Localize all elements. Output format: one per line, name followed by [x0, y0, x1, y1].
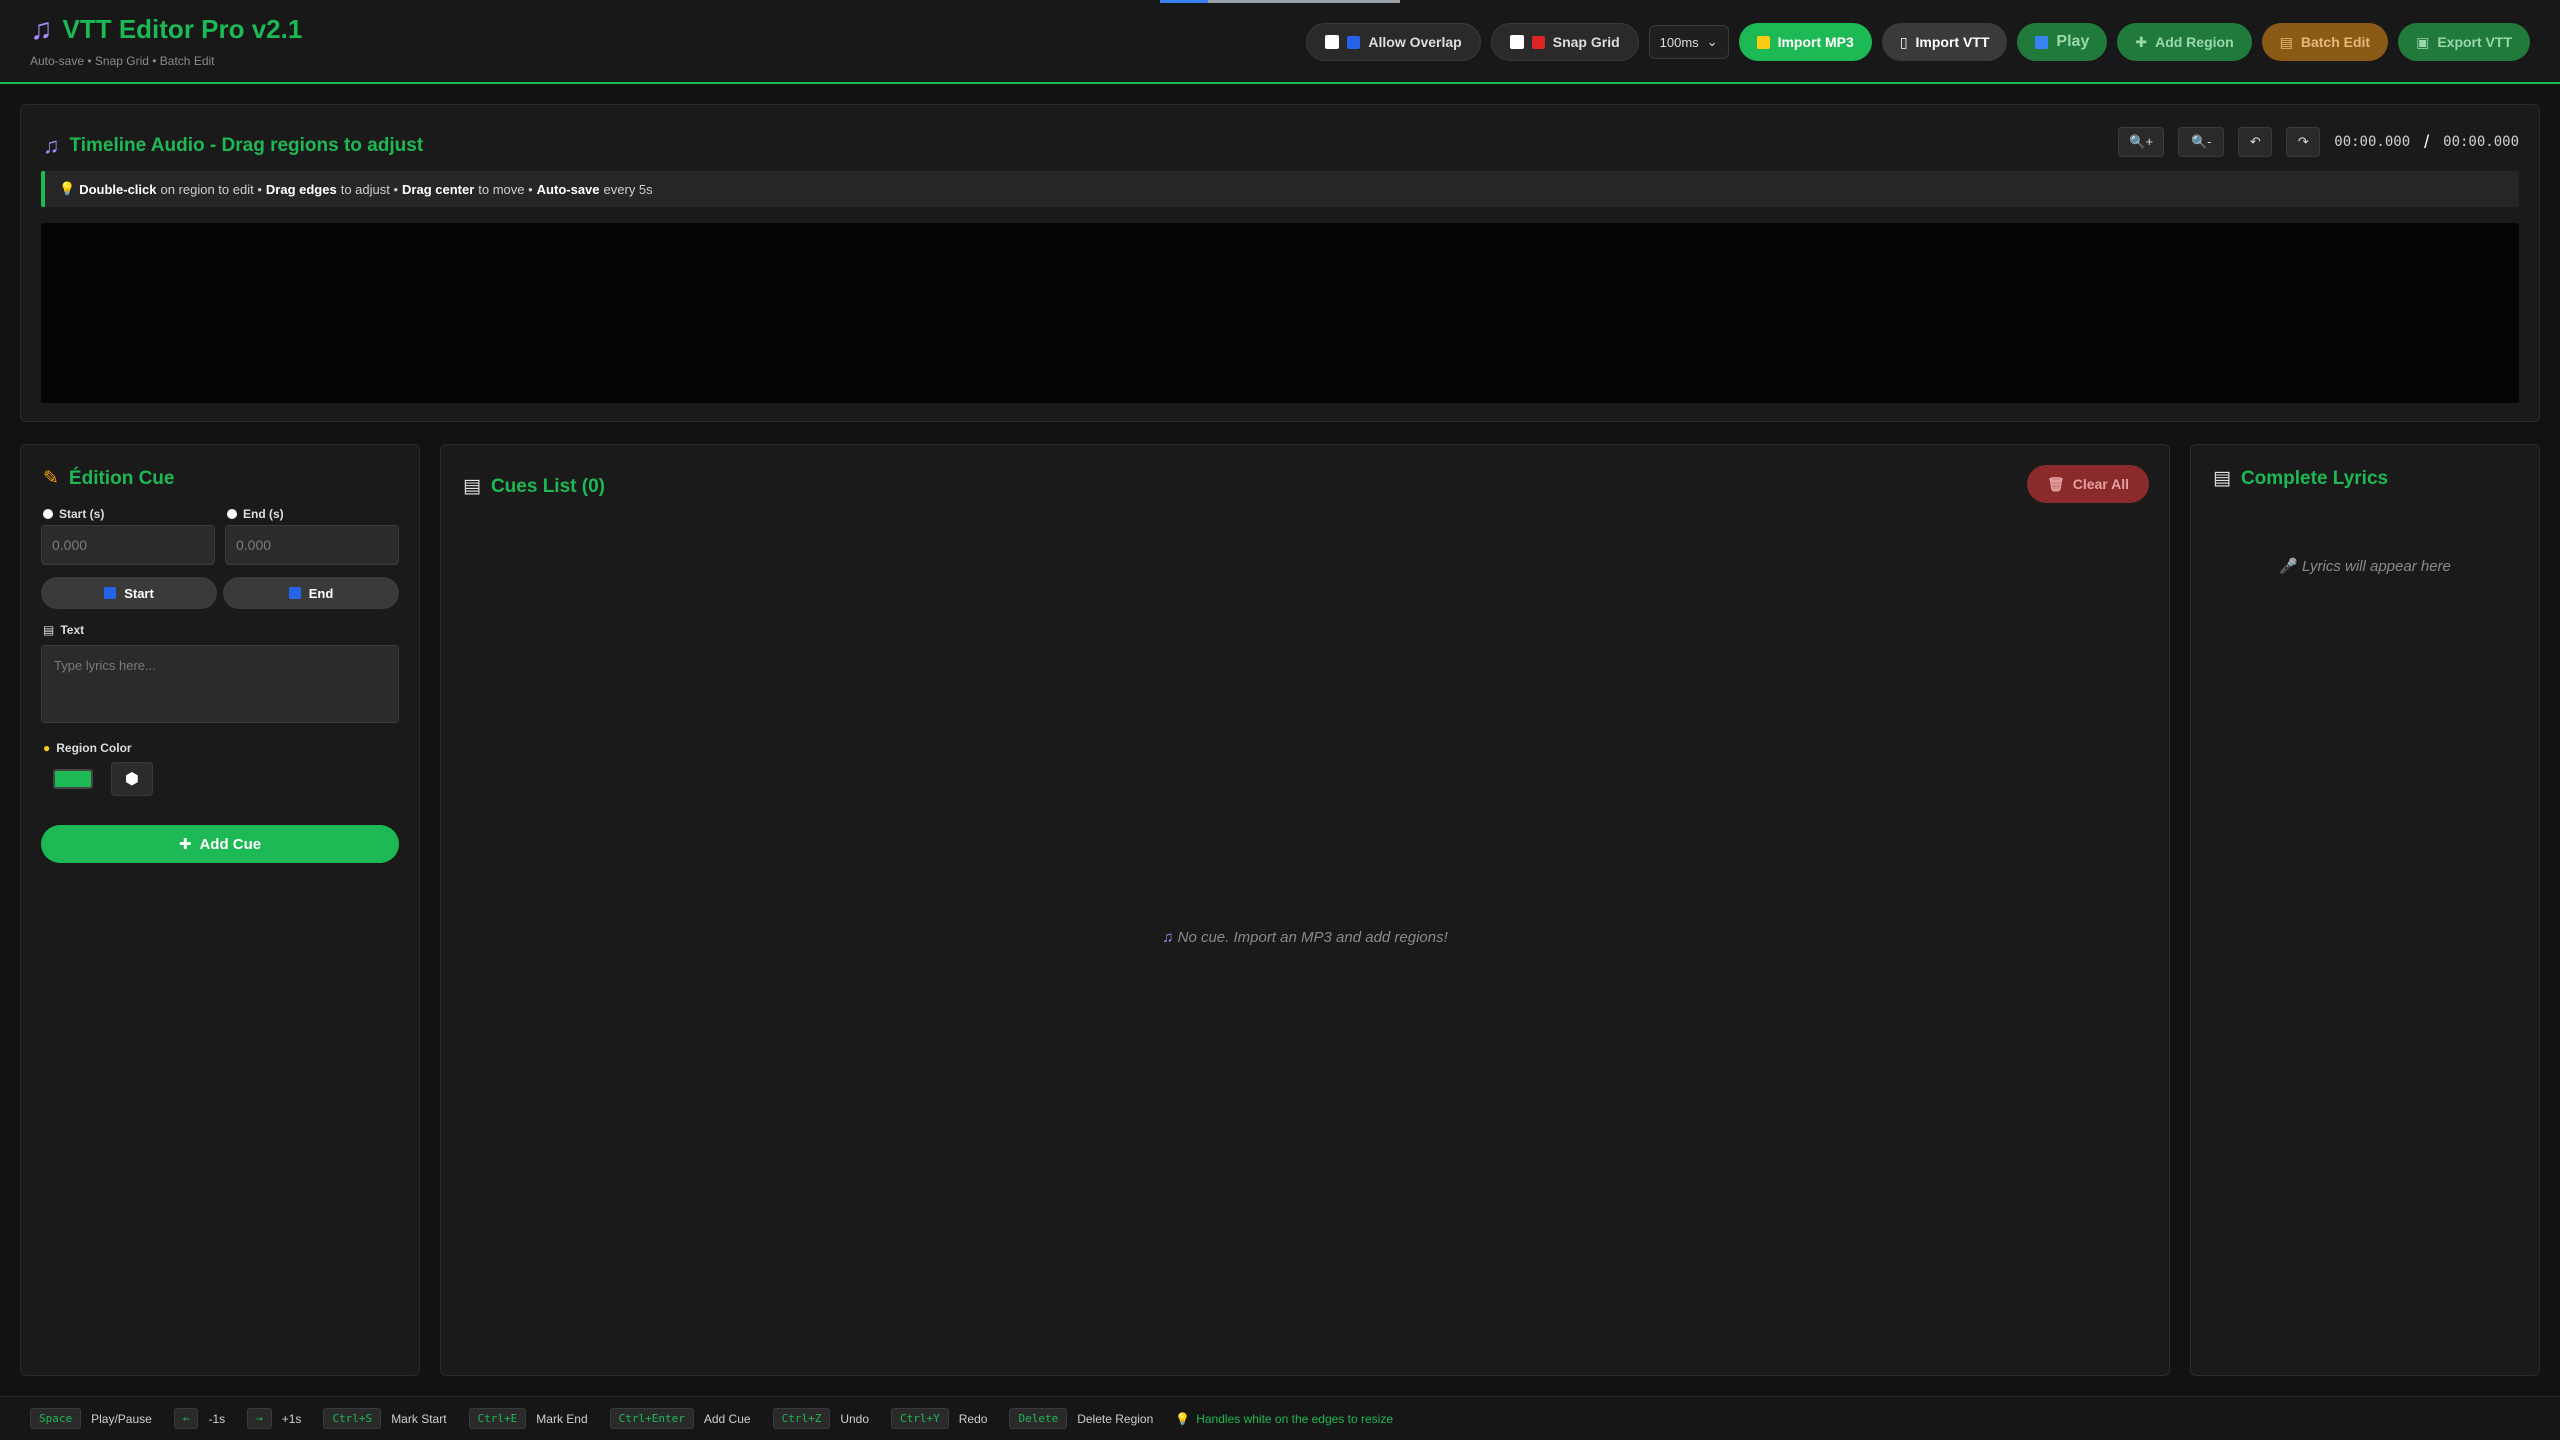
timeline-panel: ♫ Timeline Audio - Drag regions to adjus…	[20, 104, 2540, 422]
region-color-label: ● Region Color	[43, 741, 132, 755]
clear-all-button[interactable]: 🗑 Clear All	[2026, 465, 2149, 503]
dice-icon: ⬢	[125, 771, 139, 788]
shortcut-key: Ctrl+S	[323, 1408, 382, 1429]
import-mp3-button[interactable]: Import MP3	[1738, 23, 1872, 61]
end-label: End (s)	[227, 507, 284, 521]
shortcut-key: ←	[173, 1408, 199, 1429]
microphone-icon: 🎤	[2279, 558, 2298, 575]
pencil-icon: ✎	[43, 468, 59, 489]
timeline-controls: 🔍+ 🔍- ↶ ↷ 00:00.000 / 00:00.000	[2118, 127, 2519, 157]
zoom-in-button[interactable]: 🔍+	[2118, 127, 2165, 157]
total-time: 00:00.000	[2443, 134, 2519, 150]
brand: ♫ VTT Editor Pro v2.1	[30, 14, 302, 45]
toolbar: Allow Overlap Snap Grid 100ms ⌄ Import M…	[1306, 22, 2530, 62]
grid-icon	[1531, 35, 1545, 49]
lyrics-empty-message: 🎤 Lyrics will appear here	[2279, 558, 2451, 575]
grid-size-select[interactable]: 100ms ⌄	[1648, 25, 1729, 59]
shortcut-desc: +1s	[281, 1411, 302, 1426]
palette-icon: ●	[43, 741, 51, 755]
shortcut-desc: Add Cue	[703, 1411, 751, 1426]
plus-icon: ✚	[178, 836, 192, 853]
time-separator: /	[2424, 131, 2430, 152]
save-icon: ▣	[2416, 33, 2430, 50]
shortcuts-footer: Space Play/Pause ← -1s → +1s Ctrl+S Mark…	[0, 1396, 2560, 1440]
edit-cue-panel: ✎ Édition Cue Start (s) End (s) 0.000 0.…	[20, 444, 420, 1376]
add-cue-button[interactable]: ✚ Add Cue	[41, 825, 399, 863]
clock-icon	[43, 509, 53, 519]
play-icon	[2035, 35, 2049, 49]
shortcut-desc: Delete Region	[1077, 1411, 1154, 1426]
shortcut-desc: Play/Pause	[91, 1411, 152, 1426]
shortcut-key: Ctrl+Y	[891, 1408, 949, 1429]
snap-grid-toggle[interactable]: Snap Grid	[1490, 23, 1639, 61]
overlap-icon	[1347, 35, 1361, 49]
timeline-tip: 💡 Double-click on region to edit • Drag …	[41, 171, 2519, 207]
cues-empty-message: ♫ No cue. Import an MP3 and add regions!	[1162, 929, 1448, 946]
lightbulb-icon: 💡	[59, 181, 76, 196]
start-label: Start (s)	[43, 507, 104, 521]
edit-cue-title: ✎ Édition Cue	[43, 467, 175, 490]
marker-icon	[104, 587, 117, 599]
app-header: ♫ VTT Editor Pro v2.1 Auto-save • Snap G…	[0, 0, 2560, 84]
start-input[interactable]: 0.000	[41, 525, 215, 565]
cues-list-panel: ▤ Cues List (0) 🗑 Clear All ♫ No cue. Im…	[440, 444, 2170, 1376]
folder-icon	[1756, 35, 1770, 49]
mark-start-button[interactable]: Start	[41, 577, 217, 609]
document-icon: ▯	[1899, 33, 1908, 50]
cues-list-title: ▤ Cues List (0)	[463, 475, 605, 498]
checkbox-icon[interactable]	[1325, 35, 1340, 49]
clock-icon	[227, 509, 237, 519]
shortcut-desc: Mark End	[536, 1411, 588, 1426]
chevron-down-icon: ⌄	[1706, 34, 1718, 49]
shortcut-key: Ctrl+Enter	[609, 1408, 694, 1429]
memo-icon: ▤	[2213, 468, 2231, 489]
app-subtitle: Auto-save • Snap Grid • Batch Edit	[30, 54, 215, 68]
lightbulb-icon: 💡	[1175, 1411, 1191, 1426]
note-icon: ▤	[43, 623, 55, 637]
music-note-icon: ♫	[1162, 929, 1174, 946]
shortcut-key: Ctrl+E	[468, 1408, 527, 1429]
random-color-button[interactable]: ⬢	[111, 762, 153, 796]
marker-icon	[288, 587, 301, 599]
timeline-title: ♫ Timeline Audio - Drag regions to adjus…	[43, 133, 424, 158]
clipboard-icon: ▤	[2279, 33, 2293, 50]
shortcut-desc: Undo	[840, 1411, 870, 1426]
shortcut-key: →	[247, 1408, 272, 1429]
mark-end-button[interactable]: End	[223, 577, 399, 609]
plus-icon: ✚	[2135, 33, 2148, 50]
lyrics-textarea[interactable]: Type lyrics here...	[41, 645, 399, 723]
shortcut-desc: Redo	[958, 1411, 988, 1426]
shortcut-key: Delete	[1009, 1408, 1068, 1429]
checkbox-icon[interactable]	[1509, 35, 1524, 49]
shortcut-key: Ctrl+Z	[772, 1408, 831, 1429]
export-vtt-button[interactable]: ▣ Export VTT	[2398, 23, 2530, 61]
clipboard-icon: ▤	[463, 476, 481, 497]
footer-tip: 💡 Handles white on the edges to resize	[1175, 1411, 1394, 1426]
allow-overlap-toggle[interactable]: Allow Overlap	[1306, 23, 1481, 61]
play-button[interactable]: Play	[2017, 23, 2108, 61]
redo-button[interactable]: ↷	[2286, 127, 2321, 157]
zoom-out-button[interactable]: 🔍-	[2178, 127, 2225, 157]
text-label: ▤ Text	[43, 623, 85, 637]
import-vtt-button[interactable]: ▯ Import VTT	[1881, 23, 2008, 61]
music-note-icon: ♫	[30, 12, 53, 46]
current-time: 00:00.000	[2334, 134, 2411, 150]
batch-edit-button[interactable]: ▤ Batch Edit	[2261, 23, 2389, 61]
region-color-swatch[interactable]	[53, 769, 93, 789]
lyrics-title: ▤ Complete Lyrics	[2213, 467, 2389, 490]
shortcut-key: Space	[30, 1408, 82, 1429]
shortcut-desc: Mark Start	[391, 1411, 447, 1426]
waveform-canvas[interactable]	[41, 223, 2519, 403]
trash-icon: 🗑	[2046, 475, 2065, 492]
end-input[interactable]: 0.000	[225, 525, 399, 565]
loading-bar	[1160, 0, 1400, 3]
lyrics-panel: ▤ Complete Lyrics 🎤 Lyrics will appear h…	[2190, 444, 2540, 1376]
app-title: VTT Editor Pro v2.1	[62, 14, 303, 44]
undo-button[interactable]: ↶	[2238, 127, 2273, 157]
shortcut-desc: -1s	[208, 1411, 226, 1426]
add-region-button[interactable]: ✚ Add Region	[2117, 23, 2252, 61]
music-note-icon: ♫	[43, 133, 60, 158]
